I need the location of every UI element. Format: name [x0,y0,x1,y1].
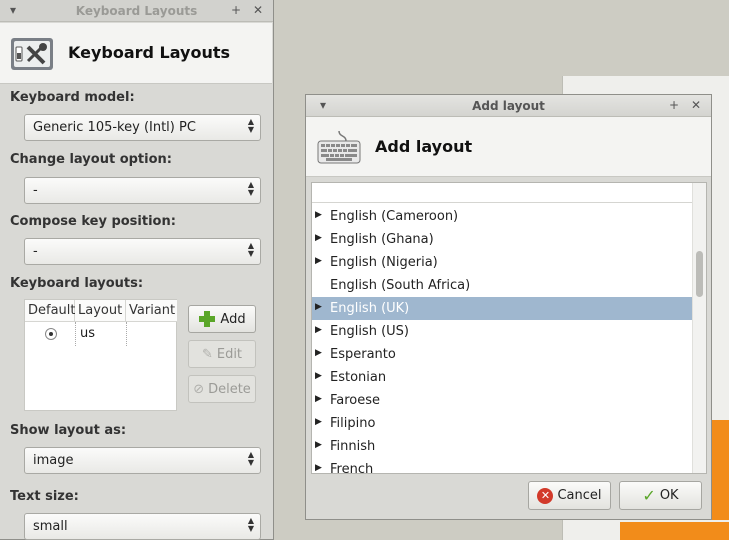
expander-icon: ▶ [315,394,322,404]
pencil-icon: ✎ [201,346,213,362]
plus-icon [198,310,216,328]
window-titlebar[interactable]: ▾ Keyboard Layouts + ✕ [0,0,273,22]
column-divider [75,322,76,346]
list-item[interactable]: ▶ Finnish [312,435,693,458]
change-layout-select[interactable]: - ▲ ▼ [24,177,261,204]
dialog-page-title: Add layout [375,137,473,156]
cancel-icon: ✕ [537,487,554,504]
list-item[interactable]: ▶ English (US) [312,320,693,343]
maximize-icon[interactable]: + [667,98,681,112]
default-radio[interactable] [45,328,57,340]
list-partial-row [312,183,693,203]
background-orange-block [712,420,729,520]
delete-button[interactable]: ⊘ Delete [188,375,256,403]
close-icon[interactable]: ✕ [689,98,703,112]
add-button-label: Add [220,311,246,327]
keyboard-icon [317,130,361,164]
spin-arrows-icon: ▲ ▼ [247,241,254,258]
keyboard-layouts-label: Keyboard layouts: [10,276,144,291]
expander-icon: ▶ [315,348,322,358]
add-layout-dialog: ▾ Add layout + ✕ Add layout ▶ English (Ca… [305,94,712,520]
delete-icon: ⊘ [193,381,205,397]
ok-button[interactable]: ✓ OK [619,481,702,510]
layouts-table[interactable]: Default Layout Variant us [24,299,177,411]
expander-icon: ▶ [315,417,322,427]
layout-list[interactable]: ▶ English (Cameroon) ▶ English (Ghana) ▶ En… [311,182,707,474]
expander-icon: ▶ [315,440,322,450]
column-divider [126,322,127,346]
list-item[interactable]: English (South Africa) [312,274,693,297]
dialog-title: Add layout [472,99,545,113]
page-title: Keyboard Layouts [68,43,231,62]
spin-arrows-icon: ▲ ▼ [247,450,254,467]
spin-arrows-icon: ▲ ▼ [247,180,254,197]
ok-button-label: OK [659,488,679,503]
list-item[interactable]: ▶ Estonian [312,366,693,389]
edit-button[interactable]: ✎ Edit [188,340,256,368]
text-size-select[interactable]: small ▲ ▼ [24,513,261,540]
column-header-variant[interactable]: Variant [126,300,177,322]
show-layout-select[interactable]: image ▲ ▼ [24,447,261,474]
expander-icon: ▶ [315,463,322,473]
compose-key-value: - [33,244,38,259]
spin-arrows-icon: ▲ ▼ [247,117,254,134]
checkmark-icon: ✓ [642,486,656,505]
expander-icon: ▶ [315,325,322,335]
list-item[interactable]: ▶ French [312,458,693,473]
list-item[interactable]: ▶ Faroese [312,389,693,412]
compose-key-label: Compose key position: [10,214,176,229]
keyboard-model-select[interactable]: Generic 105-key (Intl) PC ▲ ▼ [24,114,261,141]
settings-tools-icon [11,38,53,70]
scrollbar-thumb[interactable] [696,251,703,297]
show-layout-value: image [33,453,74,468]
window-header: Keyboard Layouts [0,23,272,84]
keyboard-model-label: Keyboard model: [10,90,135,105]
close-icon[interactable]: ✕ [251,3,265,17]
list-item[interactable]: ▶ English (Nigeria) [312,251,693,274]
add-button[interactable]: Add [188,305,256,333]
text-size-label: Text size: [10,489,79,504]
expander-icon: ▶ [315,371,322,381]
compose-key-select[interactable]: - ▲ ▼ [24,238,261,265]
keyboard-layouts-window: ▾ Keyboard Layouts + ✕ Keyboard Layouts … [0,0,274,540]
delete-button-label: Delete [208,381,251,397]
list-item-selected[interactable]: ▶ English (UK) [312,297,693,320]
list-item[interactable]: ▶ Filipino [312,412,693,435]
list-item[interactable]: ▶ Esperanto [312,343,693,366]
list-item[interactable]: ▶ English (Cameroon) [312,205,693,228]
cancel-button-label: Cancel [557,488,602,503]
expander-icon: ▶ [315,233,322,243]
dialog-header: Add layout [306,117,711,177]
column-header-layout[interactable]: Layout [75,300,126,322]
change-layout-value: - [33,183,38,198]
expander-icon: ▶ [315,302,322,312]
layout-cell: us [80,326,96,341]
expander-icon: ▶ [315,210,322,220]
show-layout-label: Show layout as: [10,423,127,438]
change-layout-label: Change layout option: [10,152,172,167]
spin-arrows-icon: ▲ ▼ [247,516,254,533]
edit-button-label: Edit [216,346,243,362]
maximize-icon[interactable]: + [229,3,243,17]
background-orange-strip [620,522,729,540]
list-item[interactable]: ▶ English (Ghana) [312,228,693,251]
keyboard-model-value: Generic 105-key (Intl) PC [33,120,196,135]
column-header-default[interactable]: Default [25,300,76,322]
dialog-titlebar[interactable]: ▾ Add layout + ✕ [306,95,711,117]
text-size-value: small [33,519,68,534]
expander-icon: ▶ [315,256,322,266]
vertical-scrollbar[interactable] [692,183,706,473]
cancel-button[interactable]: ✕ Cancel [528,481,611,510]
